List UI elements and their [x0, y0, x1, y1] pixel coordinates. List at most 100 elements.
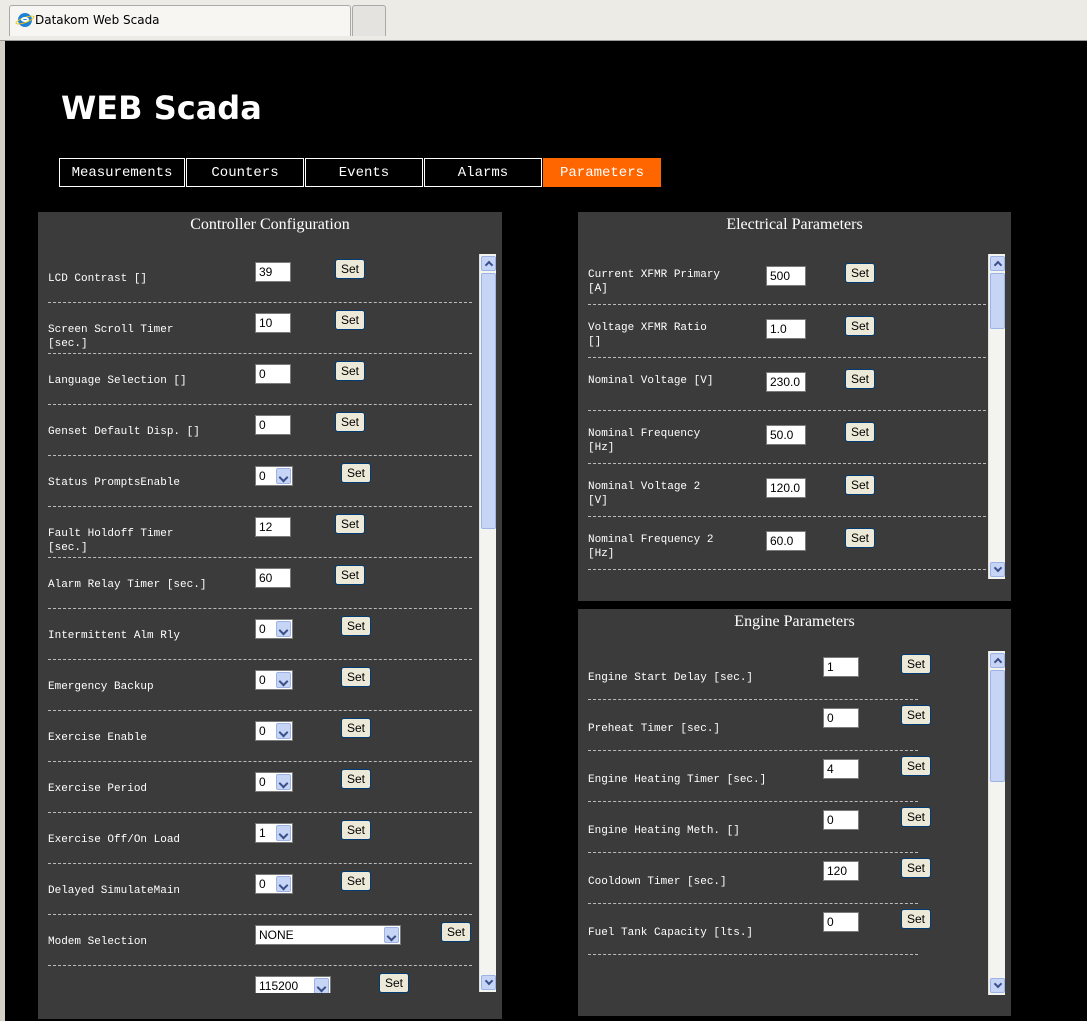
parameter-input[interactable]: 230.0	[766, 372, 806, 392]
set-button[interactable]: Set	[341, 463, 371, 483]
set-button[interactable]: Set	[845, 316, 875, 336]
parameter-input[interactable]: 12	[255, 517, 291, 537]
parameter-input[interactable]: 10	[255, 313, 291, 333]
parameter-input[interactable]: 120.0	[766, 478, 806, 498]
set-button[interactable]: Set	[341, 871, 371, 891]
parameter-input[interactable]: 60.0	[766, 531, 806, 551]
chevron-down-icon[interactable]	[276, 723, 291, 739]
parameter-select[interactable]: 0	[255, 619, 293, 639]
chevron-down-icon[interactable]	[314, 978, 329, 993]
set-button[interactable]: Set	[901, 858, 931, 878]
set-button[interactable]: Set	[335, 412, 365, 432]
scroll-down-icon[interactable]	[481, 975, 496, 990]
page-title: WEB Scada	[61, 89, 262, 127]
set-button[interactable]: Set	[845, 369, 875, 389]
set-button[interactable]: Set	[335, 514, 365, 534]
tab-alarms[interactable]: Alarms	[424, 158, 542, 187]
scroll-up-icon[interactable]	[990, 653, 1005, 668]
parameter-input[interactable]: 0	[823, 810, 859, 830]
parameter-input[interactable]: 0	[255, 415, 291, 435]
scroll-up-icon[interactable]	[990, 256, 1005, 271]
parameter-row: 115200 Set	[38, 966, 480, 993]
controller-scroll-area[interactable]: LCD Contrast [] 39 Set Screen Scroll Timer …	[38, 252, 480, 993]
set-button[interactable]: Set	[341, 769, 371, 789]
browser-tab-title: Datakom Web Scada	[35, 13, 160, 27]
parameter-select[interactable]: 0	[255, 721, 293, 741]
chevron-down-icon[interactable]	[276, 672, 291, 688]
scroll-down-icon[interactable]	[990, 562, 1005, 577]
chevron-down-icon[interactable]	[276, 825, 291, 841]
chevron-down-icon[interactable]	[276, 876, 291, 892]
set-button[interactable]: Set	[335, 259, 365, 279]
parameter-select[interactable]: 0	[255, 466, 293, 486]
electrical-scrollbar[interactable]	[988, 254, 1005, 579]
parameter-select[interactable]: 1	[255, 823, 293, 843]
parameter-label: Intermittent Alm Rly	[48, 630, 181, 642]
parameter-input[interactable]: 50.0	[766, 425, 806, 445]
tab-events[interactable]: Events	[305, 158, 423, 187]
parameter-input[interactable]: 4	[823, 759, 859, 779]
parameter-input[interactable]: 39	[255, 262, 291, 282]
engine-scrollbar[interactable]	[988, 651, 1005, 995]
scroll-up-icon[interactable]	[481, 256, 496, 271]
parameter-input[interactable]: 500	[766, 266, 806, 286]
parameter-select[interactable]: 0	[255, 874, 293, 894]
parameter-input[interactable]: 60	[255, 568, 291, 588]
parameter-input[interactable]: 120	[823, 861, 859, 881]
parameter-row: Exercise Period 0 Set	[38, 762, 480, 813]
set-button[interactable]: Set	[335, 361, 365, 381]
parameter-input[interactable]: 1.0	[766, 319, 806, 339]
set-button[interactable]: Set	[901, 807, 931, 827]
parameter-select[interactable]: 0	[255, 772, 293, 792]
set-button[interactable]: Set	[845, 475, 875, 495]
parameter-label: Fuel Tank Capacity [lts.]	[588, 927, 754, 939]
parameter-select[interactable]: 115200	[255, 976, 331, 993]
set-button[interactable]: Set	[441, 922, 471, 942]
set-button[interactable]: Set	[341, 718, 371, 738]
scrollbar-thumb[interactable]	[481, 273, 496, 529]
set-button[interactable]: Set	[845, 528, 875, 548]
parameter-label: Voltage XFMR Ratio []	[588, 322, 707, 348]
engine-scroll-area[interactable]: Engine Start Delay [sec.] 1 Set Preheat Tim…	[578, 649, 989, 995]
parameter-row: Intermittent Alm Rly 0 Set	[38, 609, 480, 660]
set-button[interactable]: Set	[341, 667, 371, 687]
tab-parameters[interactable]: Parameters	[543, 158, 661, 187]
set-button[interactable]: Set	[901, 654, 931, 674]
set-button[interactable]: Set	[845, 422, 875, 442]
electrical-scroll-area[interactable]: Current XFMR Primary [A] 500 Set Voltage XF…	[578, 252, 989, 580]
set-button[interactable]: Set	[901, 705, 931, 725]
chevron-down-icon[interactable]	[276, 621, 291, 637]
tab-counters[interactable]: Counters	[186, 158, 304, 187]
set-button[interactable]: Set	[379, 973, 409, 993]
parameter-row: Current XFMR Primary [A] 500 Set	[578, 252, 989, 305]
parameter-value: 0	[259, 673, 266, 687]
parameter-input[interactable]: 0	[823, 708, 859, 728]
scroll-down-icon[interactable]	[990, 978, 1005, 993]
scrollbar-thumb[interactable]	[990, 273, 1005, 329]
parameter-value: 0	[259, 469, 266, 483]
parameter-label: Engine Start Delay [sec.]	[588, 672, 754, 684]
set-button[interactable]: Set	[341, 820, 371, 840]
parameter-select[interactable]: 0	[255, 670, 293, 690]
set-button[interactable]: Set	[845, 263, 875, 283]
parameter-row: Nominal Voltage [V] 230.0 Set	[578, 358, 989, 411]
parameter-row: Nominal Voltage 2 [V] 120.0 Set	[578, 464, 989, 517]
parameter-input[interactable]: 0	[823, 912, 859, 932]
set-button[interactable]: Set	[335, 565, 365, 585]
parameter-input[interactable]: 0	[255, 364, 291, 384]
tab-measurements[interactable]: Measurements	[59, 158, 185, 187]
set-button[interactable]: Set	[901, 909, 931, 929]
chevron-down-icon[interactable]	[276, 468, 291, 484]
set-button[interactable]: Set	[335, 310, 365, 330]
parameter-select[interactable]: NONE	[255, 925, 401, 945]
chevron-down-icon[interactable]	[384, 927, 399, 943]
browser-tab-active[interactable]: Datakom Web Scada	[9, 5, 351, 36]
controller-scrollbar[interactable]	[479, 254, 496, 992]
parameter-input[interactable]: 1	[823, 657, 859, 677]
new-tab-button[interactable]	[352, 5, 386, 36]
chevron-down-icon[interactable]	[276, 774, 291, 790]
set-button[interactable]: Set	[341, 616, 371, 636]
set-button[interactable]: Set	[901, 756, 931, 776]
scrollbar-thumb[interactable]	[990, 670, 1005, 782]
parameter-row: Engine Heating Timer [sec.] 4 Set	[578, 751, 989, 802]
